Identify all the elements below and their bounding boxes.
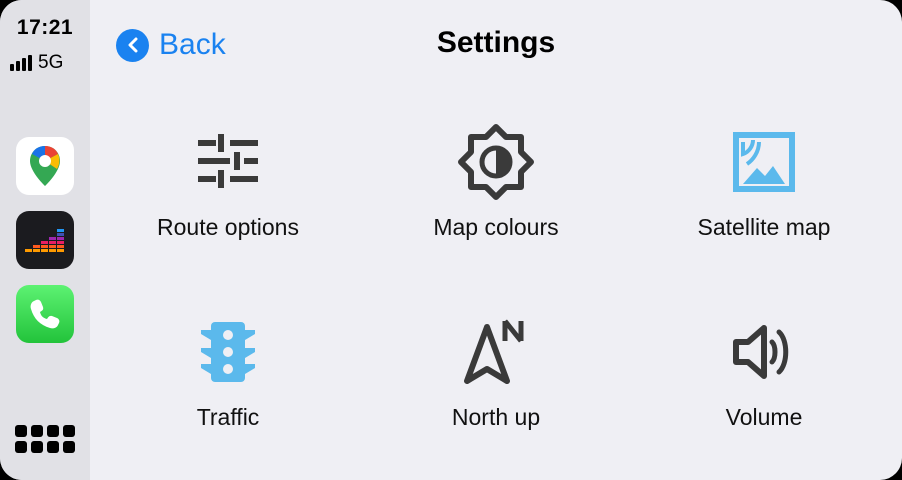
tile-label: Route options bbox=[157, 214, 299, 240]
app-google-maps[interactable] bbox=[16, 137, 74, 195]
tile-label: Map colours bbox=[433, 214, 559, 240]
north-arrow-icon bbox=[456, 312, 536, 392]
app-phone[interactable] bbox=[16, 285, 74, 343]
sidebar: 17:21 5G bbox=[0, 0, 90, 480]
tile-label: Volume bbox=[725, 404, 803, 430]
signal-bars-icon bbox=[10, 55, 32, 71]
phone-icon bbox=[30, 299, 60, 329]
back-label: Back bbox=[159, 28, 226, 61]
deezer-icon bbox=[25, 229, 64, 252]
carplay-screen: 17:21 5G Back Settings Route options Map… bbox=[0, 0, 902, 480]
traffic-button[interactable]: Traffic bbox=[108, 312, 348, 472]
satellite-map-button[interactable]: Satellite map bbox=[644, 122, 884, 282]
network-type: 5G bbox=[38, 52, 64, 73]
traffic-light-icon bbox=[188, 312, 268, 392]
signal-status: 5G bbox=[10, 52, 84, 74]
chevron-left-icon bbox=[116, 28, 149, 62]
speaker-icon bbox=[724, 312, 804, 392]
clock: 17:21 bbox=[16, 16, 74, 39]
sliders-icon bbox=[188, 122, 268, 202]
north-up-button[interactable]: North up bbox=[376, 312, 616, 472]
satellite-image-icon bbox=[724, 122, 804, 202]
page-title: Settings bbox=[436, 26, 556, 59]
google-maps-icon bbox=[30, 146, 60, 186]
tile-label: Traffic bbox=[196, 404, 260, 430]
app-grid-button[interactable] bbox=[15, 425, 75, 457]
brightness-icon bbox=[456, 122, 536, 202]
map-colours-button[interactable]: Map colours bbox=[376, 122, 616, 282]
volume-button[interactable]: Volume bbox=[644, 312, 884, 472]
route-options-button[interactable]: Route options bbox=[108, 122, 348, 282]
tile-label: North up bbox=[451, 404, 541, 430]
tile-label: Satellite map bbox=[697, 214, 831, 240]
app-deezer[interactable] bbox=[16, 211, 74, 269]
back-button[interactable]: Back bbox=[116, 26, 226, 64]
